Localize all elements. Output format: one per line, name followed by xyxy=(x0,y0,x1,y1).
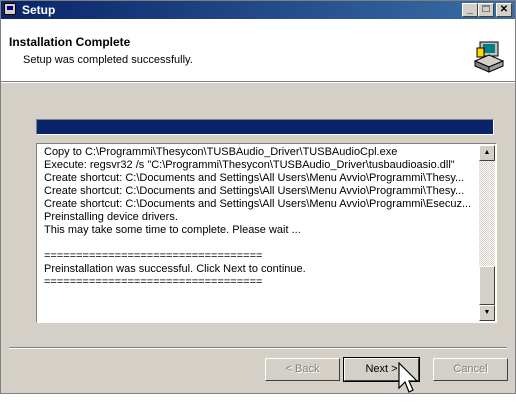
log-line: Create shortcut: C:\Documents and Settin… xyxy=(44,185,465,197)
progress-bar xyxy=(36,119,494,135)
window-title: Setup xyxy=(22,3,56,17)
installer-computer-icon xyxy=(473,41,505,73)
title-bar[interactable]: Setup _ ✕ xyxy=(1,1,515,19)
scroll-down-button[interactable]: ▼ xyxy=(479,305,495,321)
log-line: ================================== xyxy=(44,250,263,262)
log-line: ================================== xyxy=(44,276,263,288)
page-subtitle: Setup was completed successfully. xyxy=(23,54,193,66)
mouse-pointer-icon xyxy=(398,362,419,393)
vertical-scrollbar[interactable]: ▲ ▼ xyxy=(479,145,495,321)
log-line: Preinstalling device drivers. xyxy=(44,211,178,223)
log-line: Create shortcut: C:\Documents and Settin… xyxy=(44,172,465,184)
page-title: Installation Complete xyxy=(9,35,131,49)
setup-window: Setup _ ✕ Installation Complete Setup wa… xyxy=(0,0,516,394)
progress-fill xyxy=(37,120,493,134)
log-lines: Copy to C:\Programmi\Thesycon\TUSBAudio_… xyxy=(44,146,480,289)
minimize-button[interactable]: _ xyxy=(462,3,478,17)
setup-icon xyxy=(4,3,16,15)
log-line: Execute: regsvr32 /s "C:\Programmi\Thesy… xyxy=(44,159,455,171)
back-button[interactable]: < Back xyxy=(265,358,340,381)
header-panel: Installation Complete Setup was complete… xyxy=(1,19,515,83)
log-line: Preinstallation was successful. Click Ne… xyxy=(44,263,306,275)
details-log[interactable]: Copy to C:\Programmi\Thesycon\TUSBAudio_… xyxy=(36,143,497,323)
log-line: Copy to C:\Programmi\Thesycon\TUSBAudio_… xyxy=(44,146,398,158)
scroll-thumb[interactable] xyxy=(479,266,495,305)
log-line: This may take some time to complete. Ple… xyxy=(44,224,301,236)
cancel-button[interactable]: Cancel xyxy=(433,358,508,381)
close-button[interactable]: ✕ xyxy=(496,3,512,17)
maximize-button xyxy=(478,3,494,17)
log-line: Create shortcut: C:\Documents and Settin… xyxy=(44,198,472,210)
separator xyxy=(9,347,507,349)
scroll-up-button[interactable]: ▲ xyxy=(479,145,495,161)
